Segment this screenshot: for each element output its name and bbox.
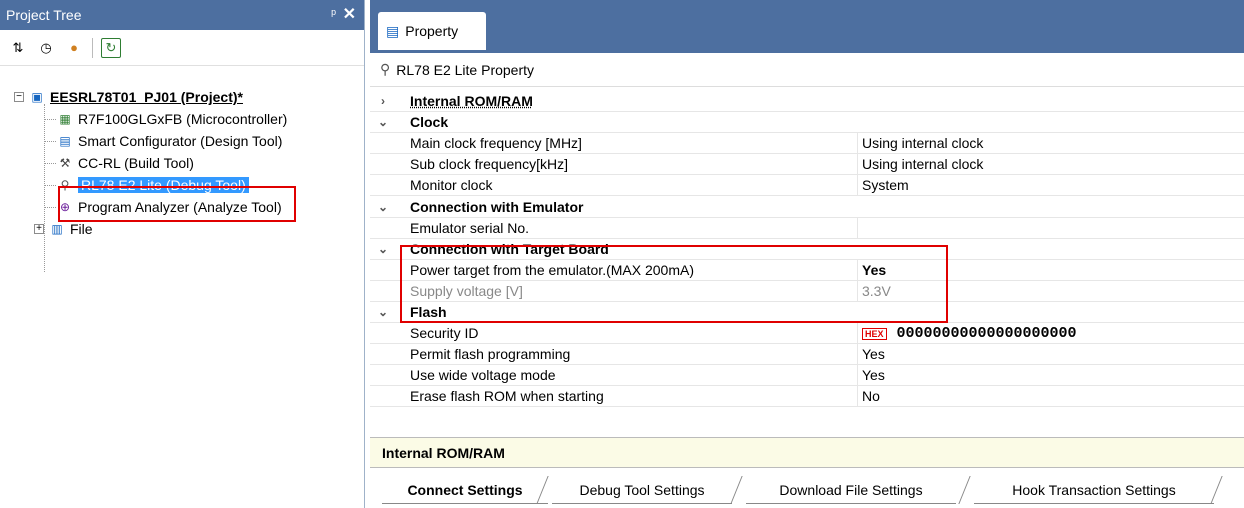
tree-item-label: CC-RL (Build Tool) <box>78 155 194 171</box>
project-icon: ▣ <box>31 90 43 104</box>
property-category[interactable]: › Internal ROM/RAM <box>370 91 1244 113</box>
tab-separator <box>730 476 743 504</box>
project-tree-panel: Project Tree ᵖ ✕ ⇅ ◷ ● ↻ − ▣ EESRL78T01_… <box>0 0 365 508</box>
debug-tool-icon: ⚲ <box>380 61 391 77</box>
property-header: ⚲ RL78 E2 Lite Property <box>370 53 1244 87</box>
tree-item-label: File <box>70 221 93 237</box>
property-name: Erase flash ROM when starting <box>396 386 858 407</box>
highlight-box <box>58 186 296 222</box>
project-tree-title-bar: Project Tree ᵖ ✕ <box>0 0 364 30</box>
build-tool-icon: ⚒ <box>59 156 71 170</box>
tree-item-project[interactable]: − ▣ EESRL78T01_PJ01 (Project)* <box>14 86 364 108</box>
property-name: Monitor clock <box>396 175 858 196</box>
category-label: Clock <box>410 114 449 131</box>
security-id-value: 00000000000000000000 <box>896 325 1077 343</box>
property-name: Permit flash programming <box>396 344 858 365</box>
refresh-icon[interactable]: ↻ <box>101 37 121 58</box>
hex-badge-icon: HEX <box>862 328 887 341</box>
property-value[interactable]: System <box>858 177 909 193</box>
tab-connect-settings[interactable]: Connect Settings <box>382 476 548 504</box>
property-row[interactable]: Permit flash programming Yes <box>370 344 1244 366</box>
tree-item-label: Smart Configurator (Design Tool) <box>78 133 283 149</box>
tab-label: Debug Tool Settings <box>579 481 705 498</box>
property-panel: ▤ Property ⚲ RL78 E2 Lite Property › Inte… <box>370 0 1244 508</box>
folder-icon: ▥ <box>51 222 63 236</box>
property-row[interactable]: Main clock frequency [MHz] Using internal… <box>370 133 1244 155</box>
property-header-label: RL78 E2 Lite Property <box>396 61 535 78</box>
property-tab-strip: ▤ Property <box>370 0 1244 53</box>
tree-item-label: R7F100GLGxFB (Microcontroller) <box>78 111 288 127</box>
property-name: Use wide voltage mode <box>396 365 858 386</box>
chevron-down-icon[interactable]: ⌄ <box>370 305 396 319</box>
tab-download-file-settings[interactable]: Download File Settings <box>746 476 956 504</box>
property-value[interactable]: Using internal clock <box>858 156 983 172</box>
property-icon: ▤ <box>386 22 400 39</box>
property-row[interactable]: Emulator serial No. <box>370 217 1244 239</box>
project-label: EESRL78T01_PJ01 (Project)* <box>50 89 243 105</box>
tab-label: Download File Settings <box>779 481 923 498</box>
expand-icon[interactable]: + <box>34 224 44 234</box>
tree-branch <box>44 141 56 142</box>
tree-item-microcontroller[interactable]: ▦ R7F100GLGxFB (Microcontroller) <box>14 108 364 130</box>
tree-branch <box>44 185 56 186</box>
property-value[interactable]: Yes <box>858 346 885 362</box>
property-value[interactable]: No <box>858 388 880 404</box>
property-description: Internal ROM/RAM <box>370 437 1244 467</box>
tab-property[interactable]: ▤ Property <box>378 12 486 50</box>
clock-icon[interactable]: ◷ <box>36 38 56 58</box>
chevron-down-icon[interactable]: ⌄ <box>370 200 396 214</box>
tab-separator <box>958 476 971 504</box>
category-label: Internal ROM/RAM <box>410 93 533 110</box>
property-value[interactable]: Yes <box>858 367 885 383</box>
property-name: Security ID <box>396 323 858 344</box>
property-row[interactable]: Erase flash ROM when starting No <box>370 386 1244 408</box>
tree-item-build-tool[interactable]: ⚒ CC-RL (Build Tool) <box>14 152 364 174</box>
tree-branch <box>44 163 56 164</box>
property-row[interactable]: Use wide voltage mode Yes <box>370 365 1244 387</box>
description-text: Internal ROM/RAM <box>382 444 505 461</box>
category-label: Connection with Emulator <box>410 198 584 215</box>
property-row[interactable]: Sub clock frequency[kHz] Using internal c… <box>370 154 1244 176</box>
configurator-icon: ▤ <box>59 134 71 148</box>
collapse-icon[interactable]: − <box>14 92 24 102</box>
tree-branch <box>44 119 56 120</box>
chevron-down-icon[interactable]: ⌄ <box>370 242 396 256</box>
panel-title: Project Tree <box>6 7 82 23</box>
settings-tabs: Connect Settings Debug Tool Settings Dow… <box>370 467 1244 508</box>
pin-icon[interactable]: ᵖ <box>331 6 336 21</box>
tab-label: Connect Settings <box>407 481 523 498</box>
toolbar-separator <box>92 37 93 58</box>
tree-branch <box>44 207 56 208</box>
property-category[interactable]: ⌄ Clock <box>370 112 1244 134</box>
property-name: Sub clock frequency[kHz] <box>396 154 858 175</box>
highlight-box <box>400 245 948 323</box>
tree-item-smart-configurator[interactable]: ▤ Smart Configurator (Design Tool) <box>14 130 364 152</box>
property-name: Main clock frequency [MHz] <box>396 133 858 154</box>
chip-icon: ▦ <box>59 112 71 126</box>
tab-label: Property <box>405 23 459 39</box>
tab-debug-tool-settings[interactable]: Debug Tool Settings <box>552 476 732 504</box>
user-icon[interactable]: ● <box>64 38 84 58</box>
property-category[interactable]: ⌄ Connection with Emulator <box>370 196 1244 218</box>
property-name: Emulator serial No. <box>396 217 858 238</box>
chevron-down-icon[interactable]: ⌄ <box>370 115 396 129</box>
property-row[interactable]: Monitor clock System <box>370 175 1244 197</box>
property-value[interactable]: Using internal clock <box>858 135 983 151</box>
close-icon[interactable]: ✕ <box>343 4 356 24</box>
sort-icon[interactable]: ⇅ <box>8 38 28 58</box>
chevron-right-icon[interactable]: › <box>370 94 396 108</box>
tab-label: Hook Transaction Settings <box>1012 481 1176 498</box>
tab-hook-transaction-settings[interactable]: Hook Transaction Settings <box>974 476 1214 504</box>
property-value[interactable]: HEX 00000000000000000000 <box>858 324 1077 342</box>
project-tree-toolbar: ⇅ ◷ ● ↻ <box>0 30 364 66</box>
property-row[interactable]: Security ID HEX 00000000000000000000 <box>370 323 1244 345</box>
